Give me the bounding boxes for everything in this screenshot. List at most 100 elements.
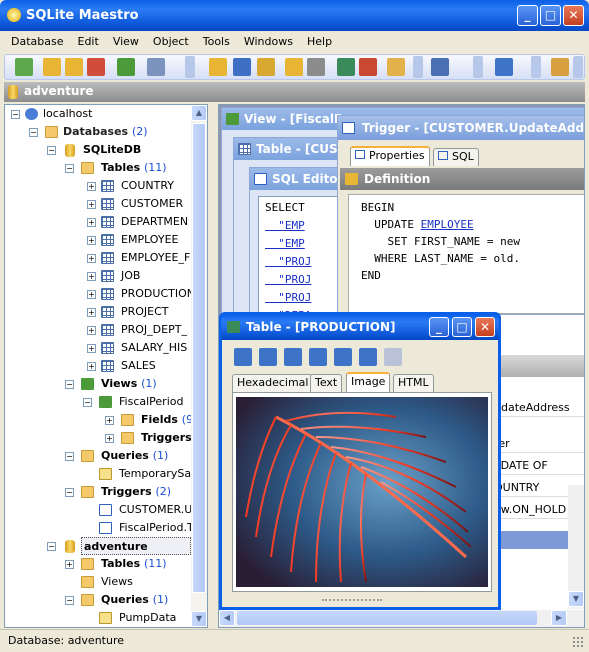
tree-table-item[interactable]: COUNTRY — [121, 177, 174, 195]
expand-icon[interactable]: + — [87, 362, 96, 371]
tab-properties[interactable]: Properties — [350, 146, 430, 166]
production-minimize-button[interactable]: _ — [429, 317, 449, 337]
expand-icon[interactable]: + — [105, 416, 114, 425]
next-record-icon[interactable] — [284, 348, 302, 366]
image-viewer[interactable] — [232, 392, 492, 592]
menu-tools[interactable]: Tools — [196, 32, 237, 52]
mdi-vscroll[interactable]: ▼ — [568, 485, 584, 609]
expand-icon[interactable]: + — [87, 254, 96, 263]
tab-html[interactable]: HTML — [393, 374, 434, 392]
minimize-button[interactable]: _ — [517, 5, 538, 26]
trigger-window-titlebar[interactable]: Trigger - [CUSTOMER.UpdateAdd — [338, 116, 584, 140]
toolbar-chevron-icon-5[interactable] — [573, 56, 583, 78]
tree-databases[interactable]: Databases (2) — [63, 123, 148, 141]
collapse-icon[interactable]: − — [65, 164, 74, 173]
scroll-thumb[interactable] — [192, 123, 206, 593]
status-resize-grip[interactable] — [572, 636, 584, 648]
mdi-scroll-down-icon[interactable]: ▼ — [568, 591, 584, 607]
menu-edit[interactable]: Edit — [71, 32, 106, 52]
toolbar-chevron-icon-4[interactable] — [531, 56, 541, 78]
production-titlebar[interactable]: Table - [PRODUCTION] _ □ ✕ — [221, 314, 499, 340]
tree-views[interactable]: Views (1) — [101, 375, 157, 393]
object-icon[interactable] — [209, 58, 227, 76]
tree-table-item[interactable]: PROJ_DEPT_ — [121, 321, 187, 339]
tree-localhost[interactable]: localhost — [43, 105, 92, 123]
expand-icon[interactable]: + — [87, 290, 96, 299]
splitter[interactable] — [208, 104, 218, 628]
expand-icon[interactable]: + — [87, 218, 96, 227]
tree-table-item[interactable]: SALES — [121, 357, 156, 375]
maximize-button[interactable]: □ — [540, 5, 561, 26]
scroll-up-icon[interactable]: ▲ — [191, 105, 207, 121]
tree-table-item[interactable]: DEPARTMEN — [121, 213, 188, 231]
mdi-hscroll-thumb[interactable] — [237, 611, 537, 625]
expand-icon[interactable]: + — [87, 308, 96, 317]
tree-triggers-sub[interactable]: Triggers — [141, 429, 192, 447]
toolbar-chevron-icon-2[interactable] — [413, 56, 423, 78]
menu-object[interactable]: Object — [146, 32, 196, 52]
hand-icon[interactable] — [387, 58, 405, 76]
expand-icon[interactable]: + — [87, 326, 96, 335]
collapse-icon[interactable]: − — [65, 596, 74, 605]
new-db-icon[interactable] — [43, 58, 61, 76]
expand-icon[interactable]: + — [65, 560, 74, 569]
tree-table-item[interactable]: JOB — [121, 267, 140, 285]
export-icon[interactable] — [117, 58, 135, 76]
report-icon[interactable] — [359, 58, 377, 76]
collapse-icon[interactable]: − — [47, 146, 56, 155]
toolbar-chevron-icon-3[interactable] — [473, 56, 483, 78]
collapse-icon[interactable]: − — [29, 128, 38, 137]
tree-table-item[interactable]: CUSTOMER — [121, 195, 183, 213]
tree-table-item[interactable]: EMPLOYEE — [121, 231, 179, 249]
expand-icon[interactable]: + — [87, 272, 96, 281]
production-window[interactable]: Table - [PRODUCTION] _ □ ✕ Hexadecimal T… — [219, 312, 501, 610]
print-icon[interactable] — [307, 58, 325, 76]
trigger-code[interactable]: BEGIN UPDATE EMPLOYEE SET FIRST_NAME = n… — [348, 194, 584, 314]
disconnect-icon[interactable] — [87, 58, 105, 76]
mdi-scroll-left-icon[interactable]: ◀ — [219, 610, 235, 626]
chart-icon[interactable] — [233, 58, 251, 76]
collapse-icon[interactable]: − — [65, 380, 74, 389]
tree-tables[interactable]: Tables (11) — [101, 159, 167, 177]
tab-hexadecimal[interactable]: Hexadecimal — [232, 374, 314, 392]
tree-adv-tables[interactable]: Tables (11) — [101, 555, 167, 573]
tab-sql[interactable]: SQL — [433, 148, 479, 166]
connect-icon[interactable] — [65, 58, 83, 76]
expand-icon[interactable]: + — [87, 236, 96, 245]
filter-icon[interactable] — [431, 58, 449, 76]
window-icon[interactable] — [495, 58, 513, 76]
close-button[interactable]: ✕ — [563, 5, 584, 26]
tree-table-item[interactable]: PROJECT — [121, 303, 169, 321]
scroll-down-icon[interactable]: ▼ — [191, 611, 207, 627]
tree-sqlitedb[interactable]: SQLiteDB — [83, 141, 141, 159]
toolbar-chevron-icon[interactable] — [185, 56, 195, 78]
mdi-scroll-right-icon[interactable]: ▶ — [551, 610, 567, 626]
tab-text[interactable]: Text — [310, 374, 343, 392]
tab-image[interactable]: Image — [346, 372, 391, 392]
menu-view[interactable]: View — [106, 32, 146, 52]
collapse-icon[interactable]: − — [65, 452, 74, 461]
tree-adv-views[interactable]: Views — [101, 573, 133, 591]
expand-icon[interactable]: + — [105, 434, 114, 443]
star-icon[interactable] — [359, 348, 377, 366]
expand-icon[interactable]: + — [87, 200, 96, 209]
tree-fields[interactable]: Fields (9) — [141, 411, 197, 429]
tree-temporarysav[interactable]: TemporarySav — [119, 465, 198, 483]
tools-icon[interactable] — [147, 58, 165, 76]
open-icon[interactable] — [285, 58, 303, 76]
tree-adv-queries[interactable]: Queries (1) — [101, 591, 168, 609]
menu-windows[interactable]: Windows — [237, 32, 300, 52]
menu-database[interactable]: Database — [4, 32, 71, 52]
tree-adventure[interactable]: adventure — [81, 537, 191, 555]
menu-help[interactable]: Help — [300, 32, 339, 52]
first-record-icon[interactable] — [234, 348, 252, 366]
production-maximize-button[interactable]: □ — [452, 317, 472, 337]
prev-record-icon[interactable] — [259, 348, 277, 366]
tree-queries[interactable]: Queries (1) — [101, 447, 168, 465]
production-close-button[interactable]: ✕ — [475, 317, 495, 337]
refresh-record-icon[interactable] — [334, 348, 352, 366]
expand-icon[interactable]: + — [87, 182, 96, 191]
collapse-icon[interactable]: − — [47, 542, 56, 551]
tree-trigger-customer[interactable]: CUSTOMER.U — [119, 501, 192, 519]
trigger-window[interactable]: Trigger - [CUSTOMER.UpdateAdd Properties… — [337, 115, 584, 315]
